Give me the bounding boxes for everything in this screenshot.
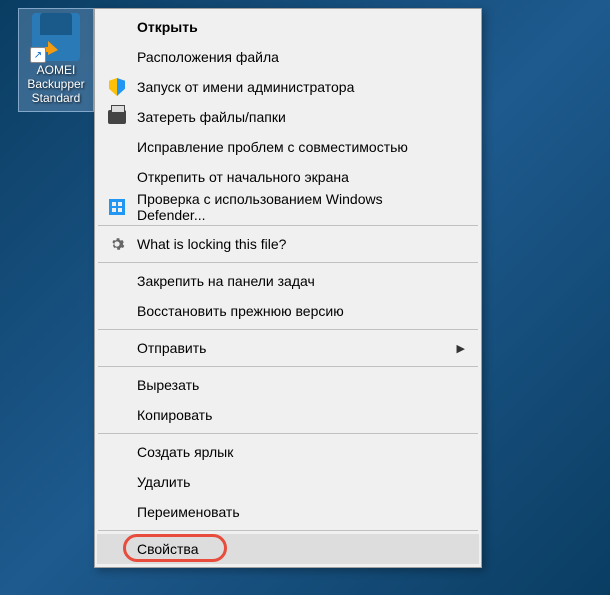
menu-unpin-start[interactable]: Открепить от начального экрана bbox=[97, 162, 479, 192]
desktop-icon-label: AOMEI Backupper Standard bbox=[21, 63, 91, 105]
menu-pin-taskbar-label: Закрепить на панели задач bbox=[137, 273, 315, 289]
menu-copy-label: Копировать bbox=[137, 407, 212, 423]
menu-pin-taskbar[interactable]: Закрепить на панели задач bbox=[97, 266, 479, 296]
menu-what-locking[interactable]: What is locking this file? bbox=[97, 229, 479, 259]
menu-rename[interactable]: Переименовать bbox=[97, 497, 479, 527]
menu-delete[interactable]: Удалить bbox=[97, 467, 479, 497]
menu-separator bbox=[98, 433, 478, 434]
menu-separator bbox=[98, 262, 478, 263]
menu-separator bbox=[98, 366, 478, 367]
menu-properties-label: Свойства bbox=[137, 541, 198, 557]
menu-cut-label: Вырезать bbox=[137, 377, 199, 393]
shield-icon bbox=[107, 77, 127, 97]
menu-defender-check-label: Проверка с использованием Windows Defend… bbox=[137, 191, 445, 223]
menu-run-as-admin-label: Запуск от имени администратора bbox=[137, 79, 354, 95]
menu-file-location-label: Расположения файла bbox=[137, 49, 279, 65]
menu-create-shortcut-label: Создать ярлык bbox=[137, 444, 233, 460]
menu-separator bbox=[98, 329, 478, 330]
chevron-right-icon: ▶ bbox=[457, 342, 465, 355]
menu-delete-label: Удалить bbox=[137, 474, 190, 490]
menu-send-to[interactable]: Отправить ▶ bbox=[97, 333, 479, 363]
context-menu: Открыть Расположения файла Запуск от име… bbox=[94, 8, 482, 568]
menu-open[interactable]: Открыть bbox=[97, 12, 479, 42]
printer-icon bbox=[107, 107, 127, 127]
menu-rename-label: Переименовать bbox=[137, 504, 240, 520]
menu-copy[interactable]: Копировать bbox=[97, 400, 479, 430]
menu-separator bbox=[98, 225, 478, 226]
menu-run-as-admin[interactable]: Запуск от имени администратора bbox=[97, 72, 479, 102]
menu-properties[interactable]: Свойства bbox=[97, 534, 479, 564]
menu-restore-version[interactable]: Восстановить прежнюю версию bbox=[97, 296, 479, 326]
desktop-shortcut[interactable]: ↗ AOMEI Backupper Standard bbox=[18, 8, 94, 112]
menu-erase-files-label: Затереть файлы/папки bbox=[137, 109, 286, 125]
shortcut-badge-icon: ↗ bbox=[30, 47, 46, 63]
menu-troubleshoot[interactable]: Исправление проблем с совместимостью bbox=[97, 132, 479, 162]
menu-open-label: Открыть bbox=[137, 19, 198, 35]
app-icon: ↗ bbox=[32, 13, 80, 61]
menu-file-location[interactable]: Расположения файла bbox=[97, 42, 479, 72]
menu-erase-files[interactable]: Затереть файлы/папки bbox=[97, 102, 479, 132]
menu-unpin-start-label: Открепить от начального экрана bbox=[137, 169, 349, 185]
menu-troubleshoot-label: Исправление проблем с совместимостью bbox=[137, 139, 408, 155]
menu-send-to-label: Отправить bbox=[137, 340, 206, 356]
gear-icon bbox=[107, 234, 127, 254]
menu-defender-check[interactable]: Проверка с использованием Windows Defend… bbox=[97, 192, 479, 222]
defender-icon bbox=[107, 197, 127, 217]
menu-what-locking-label: What is locking this file? bbox=[137, 236, 286, 252]
menu-create-shortcut[interactable]: Создать ярлык bbox=[97, 437, 479, 467]
menu-restore-version-label: Восстановить прежнюю версию bbox=[137, 303, 344, 319]
menu-separator bbox=[98, 530, 478, 531]
menu-cut[interactable]: Вырезать bbox=[97, 370, 479, 400]
